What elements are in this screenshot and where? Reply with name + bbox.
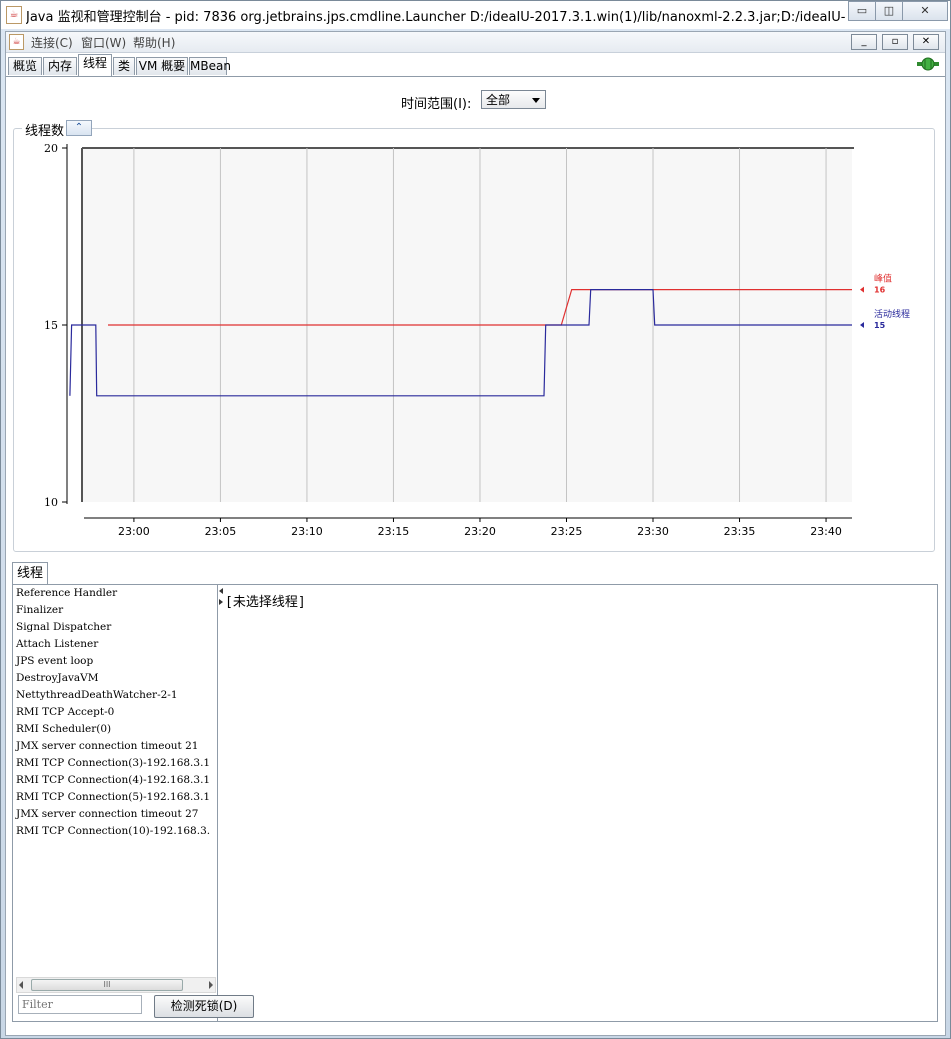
series-name-label: 活动线程 <box>874 308 910 320</box>
thread-list-item[interactable]: RMI TCP Connection(3)-192.168.3.1 <box>13 755 217 772</box>
series-current-value: 15 <box>874 321 886 330</box>
thread-list-item[interactable]: JMX server connection timeout 27 <box>13 806 217 823</box>
x-tick-label: 23:00 <box>118 525 150 538</box>
thread-list-item[interactable]: RMI TCP Connection(10)-192.168.3. <box>13 823 217 840</box>
x-tick-label: 23:15 <box>378 525 410 538</box>
thread-list-item[interactable]: JPS event loop <box>13 653 217 670</box>
thread-filter-input[interactable] <box>18 995 142 1014</box>
thread-list-item[interactable]: JMX server connection timeout 21 <box>13 738 217 755</box>
thread-detail-text: [未选择线程] <box>225 595 306 610</box>
series-current-value: 16 <box>874 286 886 295</box>
thread-list-hscrollbar[interactable]: III <box>16 977 216 993</box>
thread-list-item[interactable]: Attach Listener <box>13 636 217 653</box>
y-tick-label: 15 <box>44 319 58 332</box>
internal-frame: ☕ 连接(C) 窗口(W) 帮助(H) _ ▫ ✕ 概览 内存 线程 类 VM … <box>5 31 946 1036</box>
window-restore-button[interactable]: ◫ <box>875 1 903 21</box>
y-tick-label: 20 <box>44 142 58 155</box>
thread-list-item[interactable]: RMI TCP Connection(5)-192.168.3.1 <box>13 789 217 806</box>
detect-deadlock-button[interactable]: 检测死锁(D) <box>154 995 254 1018</box>
x-tick-label: 23:40 <box>810 525 842 538</box>
tab-thread-list[interactable]: 线程 <box>12 562 48 584</box>
thread-list-item[interactable]: RMI Scheduler(0) <box>13 721 217 738</box>
java-app-icon: ☕ <box>6 6 22 24</box>
x-tick-label: 23:05 <box>205 525 237 538</box>
x-tick-label: 23:35 <box>724 525 756 538</box>
window-title: Java 监视和管理控制台 - pid: 7836 org.jetbrains.… <box>26 10 846 25</box>
main-window: ☕ Java 监视和管理控制台 - pid: 7836 org.jetbrain… <box>0 0 951 1039</box>
scroll-left-icon[interactable] <box>19 981 23 989</box>
window-close-button[interactable]: ✕ <box>902 1 948 21</box>
thread-list-item[interactable]: NettythreadDeathWatcher-2-1 <box>13 687 217 704</box>
scroll-thumb[interactable]: III <box>31 979 183 991</box>
split-right-arrow-icon[interactable] <box>219 599 223 605</box>
series-marker-0 <box>860 286 864 293</box>
thread-list-item[interactable]: Reference Handler <box>13 585 217 602</box>
scroll-right-icon[interactable] <box>209 981 213 989</box>
x-tick-label: 23:25 <box>551 525 583 538</box>
title-bar[interactable]: ☕ Java 监视和管理控制台 - pid: 7836 org.jetbrain… <box>1 1 950 29</box>
series-marker-1 <box>860 322 864 328</box>
x-tick-label: 23:20 <box>464 525 496 538</box>
series-name-label: 峰值 <box>874 273 892 285</box>
x-tick-label: 23:30 <box>637 525 669 538</box>
split-left-arrow-icon[interactable] <box>219 588 223 594</box>
thread-list-item[interactable]: Finalizer <box>13 602 217 619</box>
x-tick-label: 23:10 <box>291 525 323 538</box>
thread-panel: Reference Handler Finalizer Signal Dispatc… <box>12 584 938 1022</box>
thread-list-item[interactable]: RMI TCP Accept-0 <box>13 704 217 721</box>
thread-list-item[interactable]: DestroyJavaVM <box>13 670 217 687</box>
thread-list-item[interactable]: Signal Dispatcher <box>13 619 217 636</box>
thread-list-item[interactable]: RMI TCP Connection(4)-192.168.3.1 <box>13 772 217 789</box>
thread-count-chart: 10 15 20 23:00 23:05 23:10 23:15 23:20 23:25 23:3… <box>44 142 910 538</box>
window-minimize-button[interactable]: ▭ <box>848 1 876 21</box>
thread-list[interactable]: Reference Handler Finalizer Signal Dispatc… <box>13 585 217 977</box>
split-pane-divider[interactable] <box>217 585 223 1021</box>
y-tick-label: 10 <box>44 496 58 509</box>
